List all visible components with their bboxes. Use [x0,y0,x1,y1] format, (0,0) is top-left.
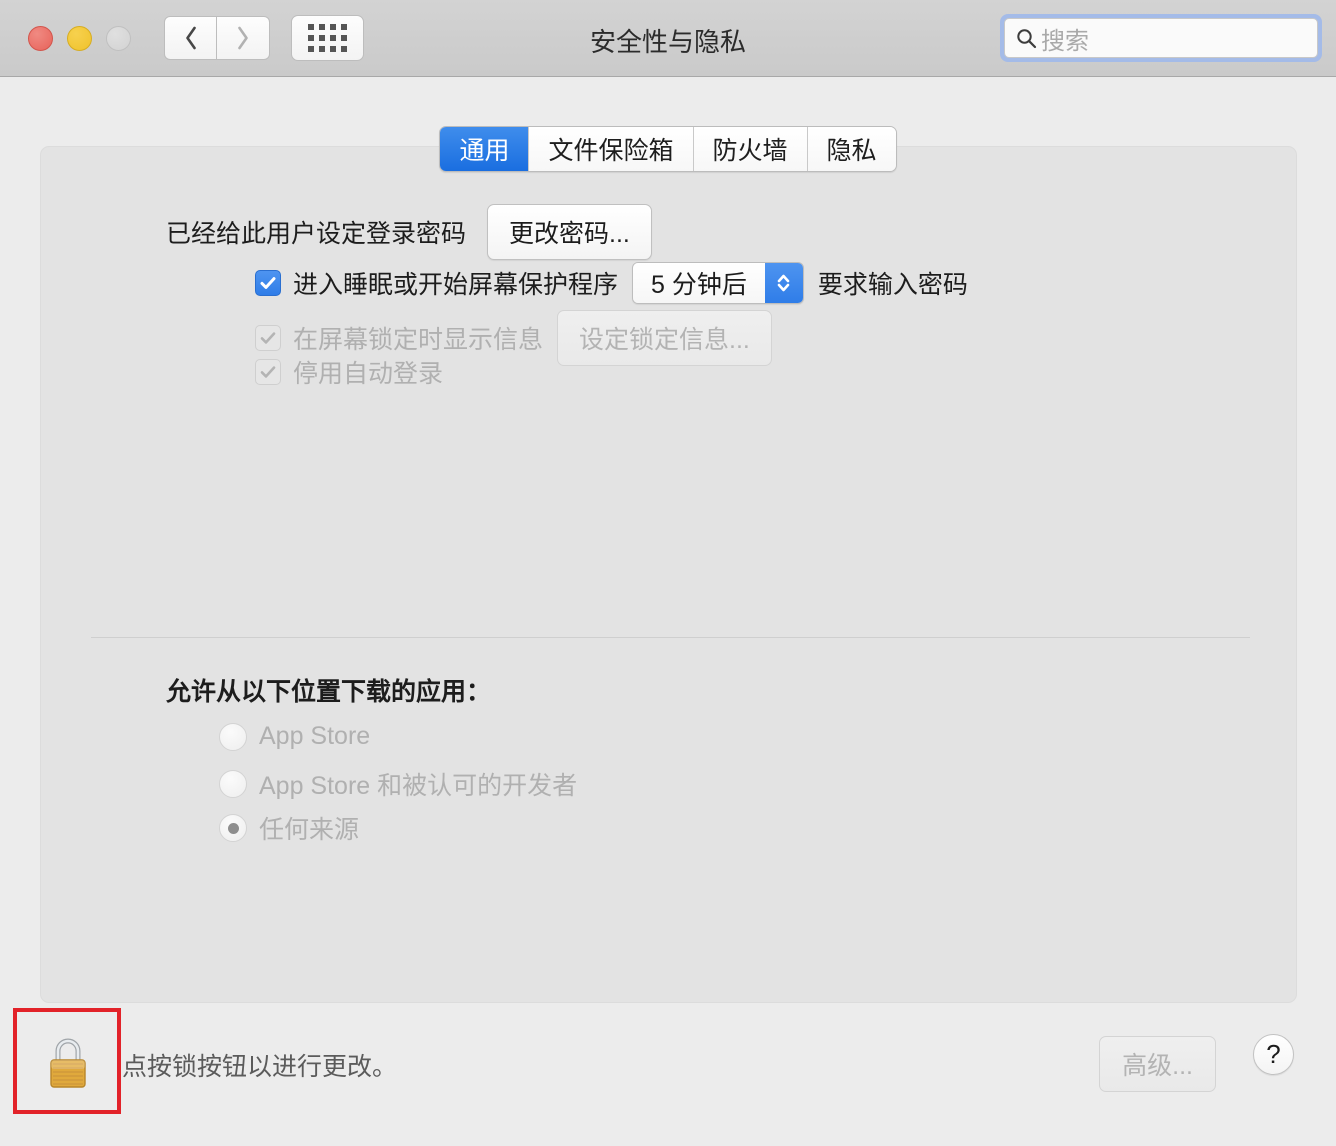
close-window-button[interactable] [28,25,53,51]
disable-auto-login-label: 停用自动登录 [293,360,444,388]
tab-filevault[interactable]: 文件保险箱 [528,127,693,171]
require-password-label-before: 进入睡眠或开始屏幕保护程序 [293,271,619,299]
section-divider [91,637,1250,638]
require-password-checkbox[interactable] [255,270,281,296]
chevron-left-icon [185,26,196,50]
radio-anywhere-label: 任何来源 [259,816,360,844]
chevron-right-icon [238,26,248,50]
radio-selected-dot [227,822,239,834]
download-option-app-store: App Store [219,722,370,751]
general-settings-panel: 已经给此用户设定登录密码 更改密码... 进入睡眠或开始屏幕保护程序 5 分钟后 [40,146,1297,1003]
tab-group: 通用 文件保险箱 防火墙 隐私 [439,126,897,172]
bottom-bar: 点按锁按钮以进行更改。 高级... ? [0,1003,1336,1146]
show-lock-message-label: 在屏幕锁定时显示信息 [293,326,544,354]
stepper-arrows-icon[interactable] [764,263,803,303]
login-password-label: 已经给此用户设定登录密码 [166,220,467,248]
forward-button [217,16,270,60]
search-icon [1017,28,1037,48]
window-toolbar: 安全性与隐私 搜索 [0,0,1336,77]
search-placeholder: 搜索 [1041,27,1089,55]
require-password-row: 进入睡眠或开始屏幕保护程序 5 分钟后 要求输入密码 [255,262,968,304]
login-password-row: 已经给此用户设定登录密码 更改密码... [166,204,652,260]
search-field-focus-ring: 搜索 [1000,14,1322,62]
grid-icon [308,24,347,52]
minimize-window-button[interactable] [67,25,92,51]
show-all-button[interactable] [291,15,364,61]
allow-downloads-heading: 允许从以下位置下载的应用： [166,678,492,706]
tab-general[interactable]: 通用 [440,127,529,171]
navigation-button-group [164,16,270,60]
lock-button[interactable] [42,1034,94,1090]
radio-anywhere [219,814,247,842]
radio-app-store-identified-label: App Store 和被认可的开发者 [259,772,578,800]
require-password-label-after: 要求输入密码 [817,271,968,299]
advanced-button: 高级... [1099,1036,1216,1092]
checkmark-icon [260,277,276,289]
tab-firewall[interactable]: 防火墙 [692,127,807,171]
traffic-light-group [28,25,131,51]
search-input[interactable]: 搜索 [1004,18,1318,58]
radio-app-store-identified [219,770,247,798]
radio-app-store-label: App Store [259,722,371,750]
checkmark-icon [260,332,276,344]
radio-app-store [219,722,247,751]
back-button[interactable] [164,16,217,60]
download-option-app-store-identified: App Store 和被认可的开发者 [219,766,577,802]
tab-privacy[interactable]: 隐私 [806,127,896,171]
password-delay-popup[interactable]: 5 分钟后 [632,262,804,304]
disable-auto-login-checkbox [255,359,281,385]
preferences-body: M M M 通用 文件保险箱 防火墙 隐私 已经给此用户设定登录密码 更改密码.… [0,77,1336,1146]
help-button[interactable]: ? [1253,1034,1294,1075]
show-lock-message-checkbox [255,325,281,351]
checkmark-icon [260,366,276,378]
disable-auto-login-row: 停用自动登录 [255,354,443,390]
maximize-window-button [106,25,131,51]
change-password-button[interactable]: 更改密码... [487,204,652,260]
tab-bar: 通用 文件保险箱 防火墙 隐私 [0,126,1336,172]
lock-closed-icon [50,1038,86,1088]
password-delay-value: 5 分钟后 [633,263,765,303]
lock-hint-text: 点按锁按钮以进行更改。 [122,1053,398,1081]
set-lock-message-button: 设定锁定信息... [557,310,772,366]
system-preferences-window: 安全性与隐私 搜索 M M M 通用 文件保险箱 防火墙 隐私 [0,0,1336,1146]
download-option-anywhere: 任何来源 [219,810,359,846]
